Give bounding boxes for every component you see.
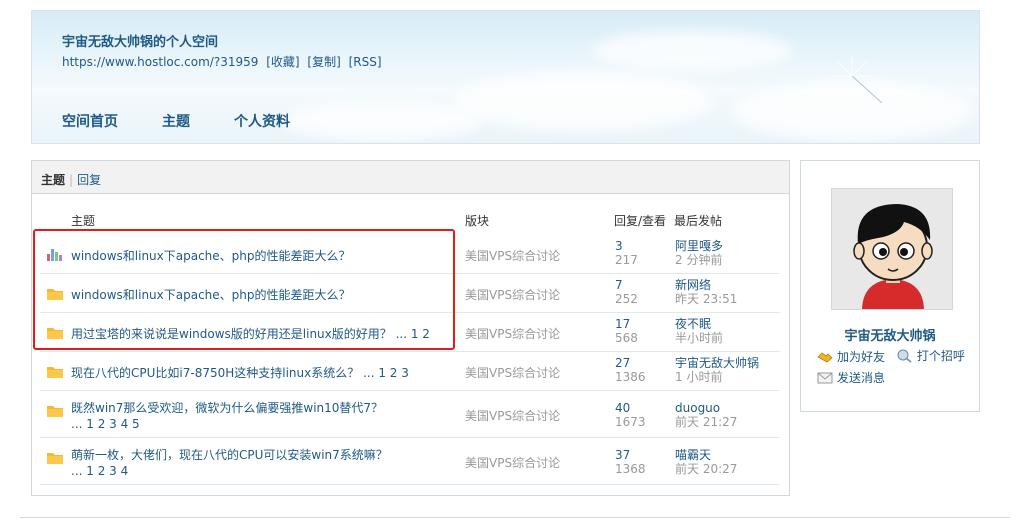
- view-count: 568: [615, 331, 638, 345]
- add-friend-label: 加为好友: [837, 350, 886, 364]
- reply-count: 37: [615, 448, 631, 462]
- last-post: 宇宙无敌大帅锅 1 小时前: [675, 356, 759, 384]
- reply-count: 17: [615, 317, 631, 331]
- thread-title[interactable]: 萌新一枚，大佬们，现在八代的CPU可以安装win7系统嘛？: [71, 446, 388, 463]
- space-nav: 空间首页 主题 个人资料: [62, 111, 334, 131]
- tab-topics[interactable]: 主题: [41, 173, 65, 187]
- last-poster[interactable]: 宇宙无敌大帅锅: [675, 356, 759, 370]
- last-poster[interactable]: 阿里嘎多: [675, 239, 723, 253]
- space-title: 宇宙无敌大帅锅的个人空间: [62, 35, 219, 50]
- thread-stats: 7 252: [615, 278, 638, 306]
- thread-title[interactable]: 现在八代的CPU比如i7-8750H这种支持linux系统么？: [71, 366, 359, 380]
- last-poster[interactable]: 喵霸天: [675, 448, 711, 462]
- tab-replies[interactable]: 回复: [77, 173, 101, 187]
- last-poster[interactable]: 新网络: [675, 278, 711, 292]
- folder-icon: [47, 367, 63, 378]
- folder-icon: [47, 406, 63, 417]
- nav-home[interactable]: 空间首页: [62, 111, 118, 131]
- last-post-time: 半小时前: [675, 331, 724, 345]
- view-count: 1386: [615, 370, 646, 384]
- send-message-label: 发送消息: [837, 371, 886, 385]
- thread-forum[interactable]: 美国VPS综合讨论: [465, 286, 560, 303]
- favorite-link[interactable]: [收藏]: [266, 55, 299, 69]
- handshake-icon: [817, 351, 833, 362]
- add-friend-link[interactable]: 加为好友: [817, 348, 885, 365]
- table-row: 现在八代的CPU比如i7-8750H这种支持linux系统么？ ... 1 2 …: [40, 352, 780, 391]
- copy-link[interactable]: [复制]: [307, 55, 340, 69]
- rss-link[interactable]: [RSS]: [349, 55, 382, 69]
- last-poster[interactable]: 夜不眠: [675, 317, 711, 331]
- view-count: 217: [615, 253, 638, 267]
- thread-stats: 37 1368: [615, 448, 646, 476]
- header-last-post: 最后发帖: [674, 214, 723, 228]
- thread-forum[interactable]: 美国VPS综合讨论: [465, 407, 560, 424]
- thread-pages[interactable]: ... 1 2 3 4: [71, 464, 128, 478]
- envelope-icon: [817, 372, 833, 383]
- greet-label: 打个招呼: [916, 349, 965, 363]
- header-subject: 主题: [71, 214, 96, 228]
- reply-count: 7: [615, 278, 623, 292]
- table-row: 既然win7那么受欢迎，微软为什么偏要强推win10替代7？ ... 1 2 3…: [40, 391, 780, 438]
- thread-stats: 17 568: [615, 317, 638, 345]
- thread-forum[interactable]: 美国VPS综合讨论: [465, 454, 560, 471]
- red-highlight-box: [33, 229, 455, 350]
- last-post-time: 昨天 23:51: [675, 292, 738, 306]
- panel-tabs: 主题 | 回复: [32, 161, 789, 194]
- footer-divider: [20, 517, 1010, 518]
- thread-forum[interactable]: 美国VPS综合讨论: [465, 364, 560, 381]
- view-count: 1368: [615, 462, 646, 476]
- thread-stats: 40 1673: [615, 401, 646, 429]
- greet-link[interactable]: 打个招呼: [897, 347, 965, 364]
- reply-count: 40: [615, 401, 631, 415]
- view-count: 252: [615, 292, 638, 306]
- tab-separator: |: [69, 173, 74, 187]
- last-post-time: 2 分钟前: [675, 253, 723, 267]
- reply-count: 3: [615, 239, 623, 253]
- nav-topics[interactable]: 主题: [162, 111, 190, 131]
- reply-count: 27: [615, 356, 631, 370]
- avatar-cartoon-icon: [832, 189, 952, 309]
- profile-card: 宇宙无敌大帅锅 加为好友 打个招呼 发送消息: [800, 160, 980, 412]
- header-replies-views: 回复/查看: [614, 214, 667, 228]
- table-row: 萌新一枚，大佬们，现在八代的CPU可以安装win7系统嘛？ ... 1 2 3 …: [40, 438, 780, 485]
- thread-title[interactable]: 既然win7那么受欢迎，微软为什么偏要强推win10替代7？: [71, 399, 383, 416]
- nav-profile[interactable]: 个人资料: [234, 111, 290, 131]
- thread-stats: 3 217: [615, 239, 638, 267]
- last-post-time: 1 小时前: [675, 370, 723, 384]
- last-post-time: 前天 21:27: [675, 415, 738, 429]
- view-count: 1673: [615, 415, 646, 429]
- header-forum: 版块: [465, 214, 490, 228]
- last-post: 阿里嘎多 2 分钟前: [675, 239, 723, 267]
- profile-name[interactable]: 宇宙无敌大帅锅: [801, 325, 979, 344]
- last-post: duoguo 前天 21:27: [675, 401, 737, 429]
- last-poster[interactable]: duoguo: [675, 401, 720, 415]
- thread-stats: 27 1386: [615, 356, 646, 384]
- thread-title-wrap: 现在八代的CPU比如i7-8750H这种支持linux系统么？ ... 1 2 …: [71, 364, 409, 381]
- send-message-link[interactable]: 发送消息: [817, 369, 885, 386]
- dandelion-decoration: [832, 56, 883, 104]
- folder-icon: [47, 453, 63, 464]
- thread-pages[interactable]: ... 1 2 3: [363, 366, 409, 380]
- last-post: 夜不眠 半小时前: [675, 317, 723, 345]
- greet-icon: [897, 349, 912, 363]
- thread-forum[interactable]: 美国VPS综合讨论: [465, 247, 560, 264]
- last-post-time: 前天 20:27: [675, 462, 738, 476]
- avatar[interactable]: [831, 188, 953, 310]
- space-url[interactable]: https://www.hostloc.com/?31959: [62, 55, 258, 69]
- last-post: 新网络 昨天 23:51: [675, 278, 737, 306]
- thread-forum[interactable]: 美国VPS综合讨论: [465, 325, 560, 342]
- space-banner: 宇宙无敌大帅锅的个人空间 https://www.hostloc.com/?31…: [31, 10, 980, 144]
- thread-pages[interactable]: ... 1 2 3 4 5: [71, 417, 140, 431]
- space-links: https://www.hostloc.com/?31959 [收藏] [复制]…: [62, 53, 386, 70]
- last-post: 喵霸天 前天 20:27: [675, 448, 737, 476]
- profile-actions: 加为好友 打个招呼: [817, 347, 973, 366]
